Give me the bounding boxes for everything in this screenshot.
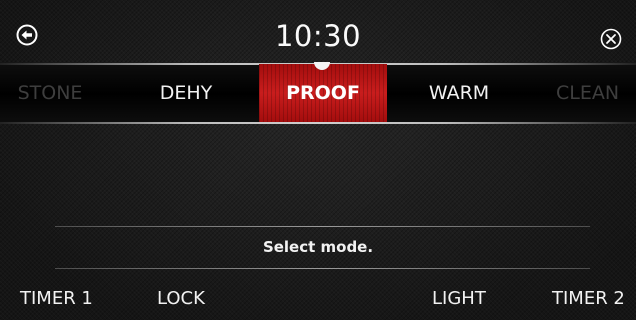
- mode-proof-selected[interactable]: PROOF: [259, 64, 387, 122]
- lock-button[interactable]: LOCK: [157, 288, 205, 309]
- timer-1-button[interactable]: TIMER 1: [20, 288, 93, 309]
- mode-selector-bottom-divider: [0, 122, 636, 124]
- close-circle-icon: [600, 28, 622, 50]
- mode-clean[interactable]: CLEAN: [540, 64, 636, 122]
- mode-warm[interactable]: WARM: [403, 64, 515, 122]
- clock-time: 10:30: [274, 19, 362, 53]
- close-button[interactable]: [600, 28, 622, 50]
- timer-2-button[interactable]: TIMER 2: [552, 288, 625, 309]
- oven-control-screen: 10:30 STONE DEHY PROOF WARM CLEAN Select…: [0, 0, 636, 320]
- top-bar: 10:30: [0, 0, 636, 64]
- mode-stone[interactable]: STONE: [0, 64, 100, 122]
- mode-dehy[interactable]: DEHY: [130, 64, 242, 122]
- status-message: Select mode.: [262, 238, 374, 256]
- status-divider-top: [55, 226, 590, 227]
- status-divider-bottom: [55, 268, 590, 269]
- light-button[interactable]: LIGHT: [432, 288, 486, 309]
